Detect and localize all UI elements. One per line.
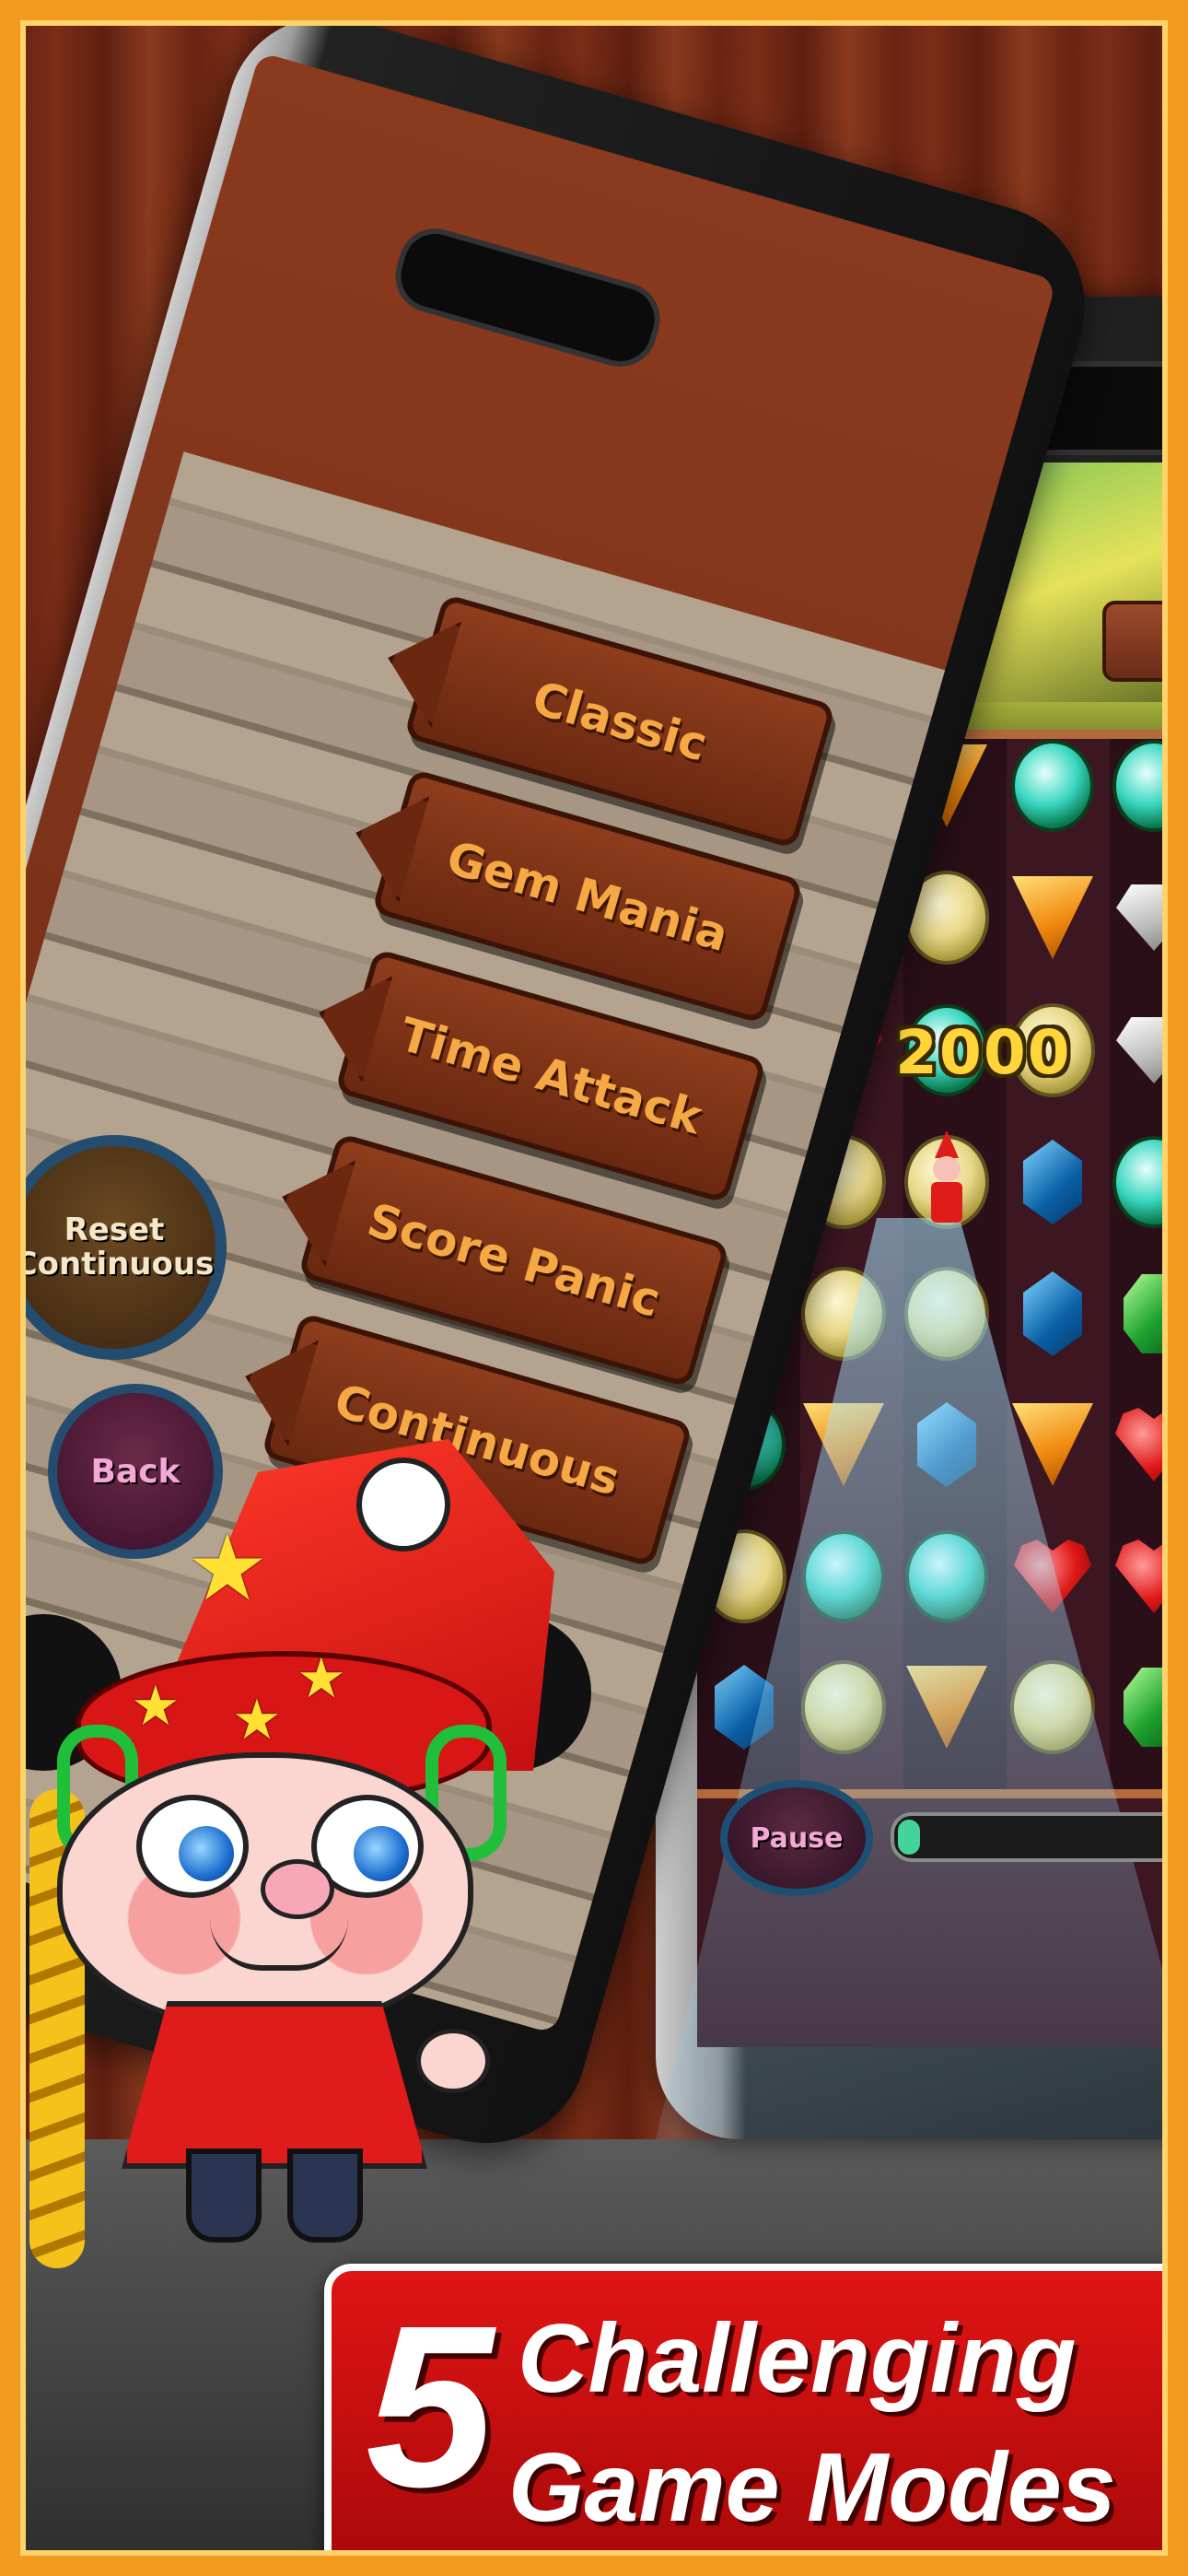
gem-blue[interactable]	[1010, 1262, 1095, 1365]
mascot-mouth	[210, 1919, 348, 1971]
mascot-eye-left	[136, 1795, 249, 1898]
hat-pompom	[356, 1458, 450, 1551]
mascot-face	[57, 1752, 473, 2031]
star-icon: ★	[186, 1514, 269, 1622]
gem-white[interactable]	[1112, 999, 1168, 1102]
gem-red[interactable]	[1112, 1393, 1168, 1496]
star-icon: ★	[232, 1688, 282, 1752]
mascot-body	[122, 2001, 427, 2169]
gem-emerald[interactable]	[1112, 1262, 1168, 1365]
level-progress-fill	[898, 1820, 920, 1855]
gem-emerald[interactable]	[1112, 1656, 1168, 1759]
gem-red[interactable]	[1112, 1525, 1168, 1628]
board-sign-right	[1102, 601, 1168, 682]
mascot-hand	[416, 2029, 490, 2093]
wizard-mascot: ★ ★ ★ ★	[20, 1439, 610, 2268]
mascot-leg-left	[186, 2149, 262, 2242]
gem-white[interactable]	[1112, 866, 1168, 969]
level-progress-bar	[891, 1812, 1168, 1862]
gem-green[interactable]	[1010, 734, 1095, 837]
gem-green[interactable]	[1112, 1130, 1168, 1234]
gem-orange[interactable]	[1010, 866, 1095, 969]
score-popup: 2000	[895, 1017, 1072, 1088]
pause-button[interactable]: Pause	[720, 1780, 873, 1896]
reset-continuous-button[interactable]: Reset Continuous	[20, 1135, 227, 1360]
star-icon: ★	[297, 1646, 346, 1711]
banner-line-1: Challenging	[518, 2304, 1077, 2413]
mascot-leg-right	[287, 2149, 363, 2242]
promo-frame: 2000 Pause Classic Gem Mania Time Attack…	[0, 0, 1188, 2576]
gem-blue[interactable]	[1010, 1130, 1095, 1234]
mascot-nose	[261, 1859, 334, 1919]
banner-number: 5	[366, 2277, 495, 2535]
gem-green[interactable]	[1112, 734, 1168, 837]
banner-line-2: Game Modes	[508, 2433, 1116, 2542]
star-icon: ★	[131, 1674, 181, 1739]
mini-wizard-character	[927, 1130, 964, 1232]
